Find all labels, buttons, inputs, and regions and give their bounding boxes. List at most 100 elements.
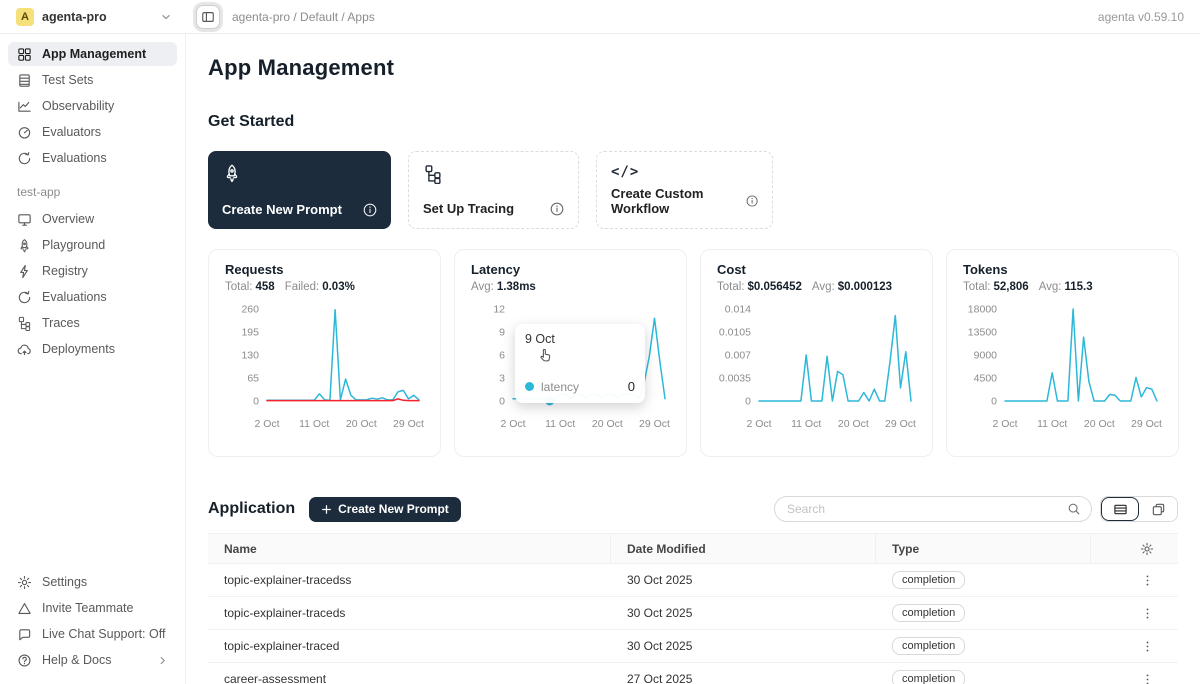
table-row[interactable]: topic-explainer-traceds 30 Oct 2025 comp… <box>208 597 1178 630</box>
application-header: Application Create New Prompt <box>208 495 1178 523</box>
view-toggle <box>1100 496 1178 522</box>
info-icon[interactable] <box>746 194 758 208</box>
svg-text:9000: 9000 <box>974 350 998 362</box>
create-new-prompt-button[interactable]: Create New Prompt <box>309 497 461 522</box>
cost-chart[interactable]: 0.0140.01050.0070.003502 Oct11 Oct20 Oct… <box>717 299 916 435</box>
requests-chart[interactable]: 2601951306502 Oct11 Oct20 Oct29 Oct <box>225 299 424 435</box>
svg-text:0.0035: 0.0035 <box>719 373 751 385</box>
rocket-icon <box>222 163 242 183</box>
cell-date: 30 Oct 2025 <box>611 606 876 620</box>
tokens-chart[interactable]: 18000135009000450002 Oct11 Oct20 Oct29 O… <box>963 299 1162 435</box>
svg-text:0.014: 0.014 <box>725 304 751 316</box>
info-icon[interactable] <box>550 202 564 216</box>
search-icon[interactable] <box>1067 502 1081 516</box>
card-label: Create New Prompt <box>222 202 342 217</box>
table-row[interactable]: topic-explainer-traced 30 Oct 2025 compl… <box>208 630 1178 663</box>
invite-icon <box>17 601 32 616</box>
sidebar-toggle-button[interactable] <box>196 5 220 29</box>
tooltip-value: 0 <box>628 379 635 394</box>
svg-text:0: 0 <box>499 396 505 408</box>
tooltip-date: 9 Oct <box>525 332 635 346</box>
sidebar-item-label: Deployments <box>42 342 115 356</box>
card-view-button[interactable] <box>1139 497 1177 521</box>
evaluations-icon <box>17 290 32 305</box>
svg-text:4500: 4500 <box>974 373 998 385</box>
row-menu-button[interactable] <box>1091 673 1178 684</box>
sidebar-item-test-sets[interactable]: Test Sets <box>8 68 177 92</box>
card-label: Create Custom Workflow <box>611 186 746 216</box>
monitor-icon <box>17 212 32 227</box>
sidebar-item-playground[interactable]: Playground <box>8 233 177 257</box>
grid-icon <box>17 47 32 62</box>
create-new-prompt-card[interactable]: Create New Prompt <box>208 151 391 229</box>
sidebar-item-label: Evaluations <box>42 290 107 304</box>
cell-name: topic-explainer-tracedss <box>208 573 611 587</box>
column-header-type[interactable]: Type <box>876 534 1091 563</box>
svg-text:11 Oct: 11 Oct <box>545 418 575 430</box>
svg-text:195: 195 <box>241 327 259 339</box>
gear-icon <box>17 575 32 590</box>
metrics-charts: Requests Total:458 Failed:0.03% 26019513… <box>208 249 1178 457</box>
row-menu-button[interactable] <box>1091 640 1178 653</box>
svg-text:20 Oct: 20 Oct <box>838 418 869 430</box>
gauge-icon <box>17 125 32 140</box>
workspace-name: agenta-pro <box>42 10 107 24</box>
project-label: test-app <box>17 185 177 199</box>
sidebar-item-live-chat[interactable]: Live Chat Support: Off <box>8 622 177 646</box>
cell-name: topic-explainer-traceds <box>208 606 611 620</box>
svg-text:2 Oct: 2 Oct <box>746 418 771 430</box>
row-menu-button[interactable] <box>1091 574 1178 587</box>
sidebar-item-evaluations-project[interactable]: Evaluations <box>8 285 177 309</box>
breadcrumb[interactable]: agenta-pro / Default / Apps <box>232 10 375 24</box>
chart-title: Cost <box>717 262 916 277</box>
sidebar-item-app-management[interactable]: App Management <box>8 42 177 66</box>
sidebar-item-observability[interactable]: Observability <box>8 94 177 118</box>
chevron-right-icon <box>157 655 168 666</box>
sidebar-item-label: Settings <box>42 575 87 589</box>
table-row[interactable]: career-assessment 27 Oct 2025 completion <box>208 663 1178 684</box>
column-header-date-modified[interactable]: Date Modified <box>611 534 876 563</box>
set-up-tracing-card[interactable]: Set Up Tracing <box>408 151 579 229</box>
latency-tooltip: 9 Oct latency 0 <box>515 324 645 403</box>
chevron-down-icon <box>160 11 172 23</box>
cell-date: 30 Oct 2025 <box>611 573 876 587</box>
plus-icon <box>321 504 332 515</box>
sidebar-item-evaluators[interactable]: Evaluators <box>8 120 177 144</box>
panel-left-icon <box>201 10 215 24</box>
svg-text:20 Oct: 20 Oct <box>346 418 377 430</box>
card-view-icon <box>1151 502 1166 517</box>
column-header-name[interactable]: Name <box>208 534 611 563</box>
sidebar-item-registry[interactable]: Registry <box>8 259 177 283</box>
search-input[interactable] <box>787 502 1067 516</box>
row-menu-button[interactable] <box>1091 607 1178 620</box>
sidebar-footer: Settings Invite Teammate Live Chat Suppo… <box>8 570 177 676</box>
table-view-button[interactable] <box>1101 497 1139 521</box>
sidebar-item-settings[interactable]: Settings <box>8 570 177 594</box>
svg-text:0.007: 0.007 <box>725 350 751 362</box>
svg-text:11 Oct: 11 Oct <box>1037 418 1067 430</box>
get-started-cards: Create New Prompt Set Up Tracing </> Cre… <box>208 151 1178 229</box>
sidebar-item-traces[interactable]: Traces <box>8 311 177 335</box>
workspace-avatar: A <box>16 8 34 26</box>
svg-text:20 Oct: 20 Oct <box>592 418 623 430</box>
latency-chart-card: Latency Avg:1.38ms 1296302 Oct11 Oct20 O… <box>454 249 687 457</box>
svg-text:0: 0 <box>991 396 997 408</box>
sidebar-item-overview[interactable]: Overview <box>8 207 177 231</box>
sidebar-item-invite-teammate[interactable]: Invite Teammate <box>8 596 177 620</box>
cloud-icon <box>17 342 32 357</box>
gear-icon[interactable] <box>1140 542 1154 556</box>
sidebar-item-evaluations[interactable]: Evaluations <box>8 146 177 170</box>
workspace-selector[interactable]: A agenta-pro <box>0 8 186 26</box>
info-icon[interactable] <box>363 203 377 217</box>
tokens-chart-card: Tokens Total:52,806 Avg:115.3 1800013500… <box>946 249 1179 457</box>
create-custom-workflow-card[interactable]: </> Create Custom Workflow <box>596 151 773 229</box>
type-badge: completion <box>892 571 965 589</box>
sidebar-item-help-docs[interactable]: Help & Docs <box>8 648 177 672</box>
svg-text:20 Oct: 20 Oct <box>1084 418 1115 430</box>
table-row[interactable]: topic-explainer-tracedss 30 Oct 2025 com… <box>208 564 1178 597</box>
tracing-icon <box>423 164 443 184</box>
rocket-icon <box>17 238 32 253</box>
svg-text:2 Oct: 2 Oct <box>500 418 525 430</box>
svg-text:29 Oct: 29 Oct <box>1131 418 1162 430</box>
sidebar-item-deployments[interactable]: Deployments <box>8 337 177 361</box>
